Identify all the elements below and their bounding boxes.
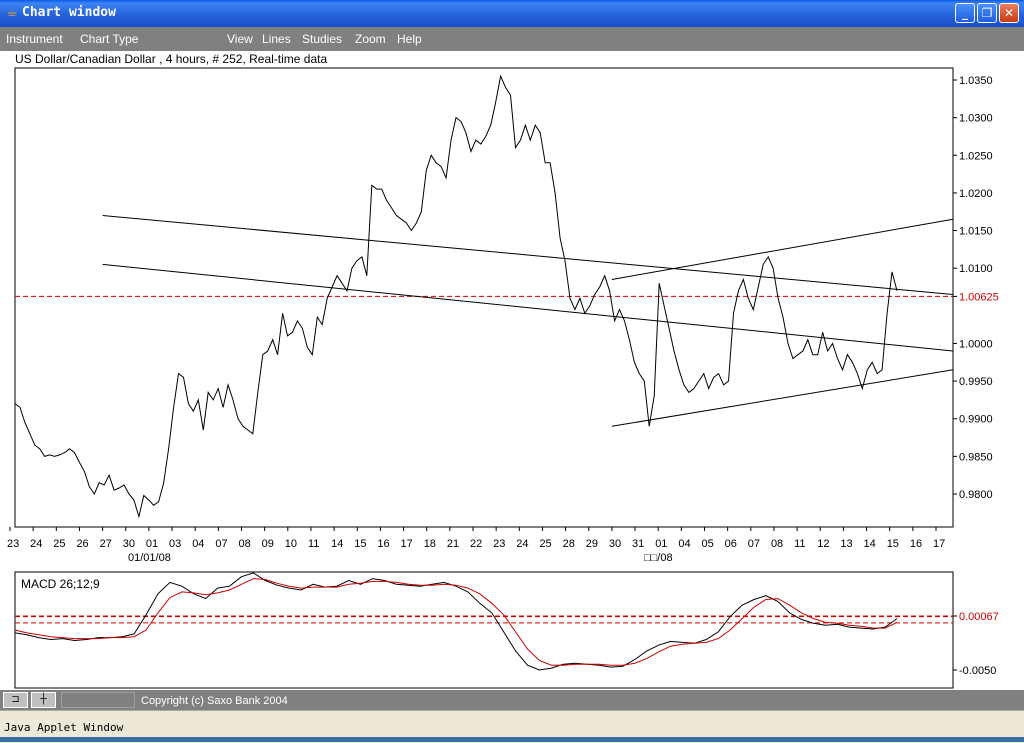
x-tick-label: 16: [910, 538, 922, 550]
main-plot-frame: [14, 67, 954, 528]
x-tick-label: 14: [331, 538, 343, 550]
price-chart[interactable]: 1.0350 1.0300 1.0250 1.0200 1.0150 1.0100 1.00…: [0, 0, 1024, 742]
x-tick-label: 25: [53, 538, 65, 550]
x-tick-label: 23: [7, 538, 19, 550]
y-tick-label: 1.0350: [959, 75, 993, 87]
x-tick-label: 30: [609, 538, 621, 550]
x-tick-label: 08: [239, 538, 251, 550]
x-tick-label: 12: [817, 538, 829, 550]
y-tick-label: 0.9950: [959, 376, 993, 388]
x-tick-label: 16: [377, 538, 389, 550]
x-tick-label: 28: [563, 538, 575, 550]
status-field: [61, 692, 135, 708]
x-tick-label: 29: [586, 538, 598, 550]
x-tick-label: 21: [447, 538, 459, 550]
applet-strip: [0, 737, 1024, 742]
x-tick-label: 30: [123, 538, 135, 550]
x-tick-label: 08: [771, 538, 783, 550]
x-tick-label: 07: [215, 538, 227, 550]
x-tick-label: 11: [794, 538, 805, 550]
x-tick-label: 07: [748, 538, 760, 550]
macd-plot-frame: [14, 571, 954, 689]
applet-label: Java Applet Window: [4, 721, 124, 734]
x-tick-label: 05: [702, 538, 714, 550]
x-sublabel-month: □□/08: [644, 552, 673, 564]
x-tick-label: 18: [424, 538, 436, 550]
x-tick-label: 26: [76, 538, 88, 550]
macd-y-tick-label: -0.0050: [959, 665, 996, 677]
y-tick-label: 1.0200: [959, 188, 993, 200]
x-tick-label: 01: [655, 538, 667, 550]
x-tick-label: 27: [100, 538, 112, 550]
x-tick-label: 15: [887, 538, 899, 550]
x-tick-label: 14: [864, 538, 876, 550]
x-tick-label: 13: [840, 538, 852, 550]
x-tick-label: 17: [401, 538, 413, 550]
x-tick-label: 06: [725, 538, 737, 550]
x-tick-label: 22: [470, 538, 482, 550]
x-tick-label: 01: [146, 538, 158, 550]
x-sublabel-year: 01/01/08: [128, 552, 171, 564]
y-tick-label: 1.0100: [959, 263, 993, 275]
x-tick-label: 24: [30, 538, 42, 550]
x-tick-label: 24: [516, 538, 528, 550]
x-tick-label: 11: [308, 538, 319, 550]
x-tick-label: 03: [169, 538, 181, 550]
x-tick-label: 23: [493, 538, 505, 550]
x-tick-label: 31: [632, 538, 644, 550]
y-tick-label: 0.9850: [959, 451, 993, 463]
pin-button[interactable]: ⊐: [3, 692, 28, 708]
y-tick-label: 1.0300: [959, 113, 993, 125]
x-tick-label: 17: [933, 538, 945, 550]
macd-y-tick-label: 0.00067: [959, 611, 999, 623]
x-tick-label: 04: [192, 538, 204, 550]
x-tick-label: 09: [262, 538, 274, 550]
copyright-text: Copyright (c) Saxo Bank 2004: [141, 695, 288, 707]
y-tick-label: 1.00625: [959, 291, 999, 303]
macd-title: MACD 26;12;9: [21, 577, 100, 591]
x-tick-label: 15: [354, 538, 366, 550]
y-tick-label: 1.0150: [959, 226, 993, 238]
crosshair-button[interactable]: ┼: [31, 692, 56, 708]
y-tick-label: 0.9900: [959, 414, 993, 426]
x-tick-label: 04: [678, 538, 690, 550]
y-tick-label: 1.0250: [959, 150, 993, 162]
y-tick-label: 1.0000: [959, 338, 993, 350]
y-tick-label: 0.9800: [959, 489, 993, 501]
x-tick-label: 10: [285, 538, 297, 550]
x-tick-label: 25: [539, 538, 551, 550]
